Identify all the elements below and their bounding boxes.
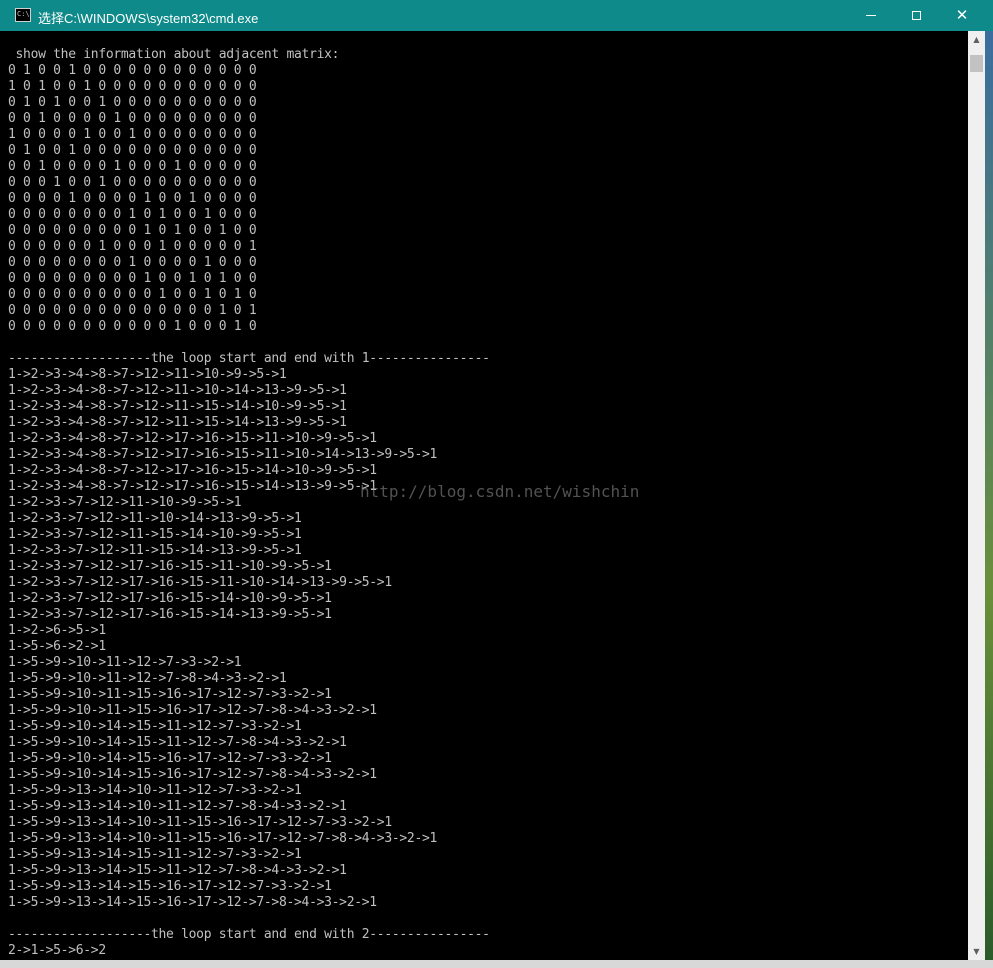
console-line: 0 1 0 1 0 0 1 0 0 0 0 0 0 0 0 0 0 bbox=[8, 95, 257, 110]
console-line: 0 0 0 0 0 0 0 0 1 0 1 0 0 1 0 0 0 bbox=[8, 207, 257, 222]
console-line: 1->2->3->4->8->7->12->11->10->9->5->1 bbox=[8, 367, 287, 382]
console-text: show the information about adjacent matr… bbox=[8, 47, 490, 959]
maximize-button[interactable] bbox=[893, 0, 939, 31]
console-line: 0 0 1 0 0 0 0 1 0 0 0 1 0 0 0 0 0 bbox=[8, 159, 257, 174]
console-line: 1->2->6->5->1 bbox=[8, 623, 106, 638]
console-line: 1->5->9->13->14->15->16->17->12->7->8->4… bbox=[8, 895, 377, 910]
console-line: 1->5->9->10->14->15->16->17->12->7->3->2… bbox=[8, 751, 332, 766]
console-line: 1 0 0 0 0 1 0 0 1 0 0 0 0 0 0 0 0 bbox=[8, 127, 257, 142]
close-button[interactable]: ✕ bbox=[939, 0, 985, 31]
console-line: 0 0 1 0 0 0 0 1 0 0 0 0 0 0 0 0 0 bbox=[8, 111, 257, 126]
close-icon: ✕ bbox=[955, 6, 969, 24]
console-line: 1->2->3->4->8->7->12->17->16->15->11->10… bbox=[8, 431, 377, 446]
console-line: 0 0 0 0 0 0 0 0 0 0 0 0 0 0 1 0 1 bbox=[8, 303, 257, 318]
console-line: 1->2->3->7->12->17->16->15->14->10->9->5… bbox=[8, 591, 332, 606]
minimize-button[interactable] bbox=[848, 0, 894, 31]
console-line: 1->5->9->13->14->10->11->15->16->17->12-… bbox=[8, 831, 438, 846]
console-line: 1->5->9->13->14->10->11->15->16->17->12-… bbox=[8, 815, 392, 830]
console-line: show the information about adjacent matr… bbox=[8, 47, 340, 62]
console-line: 1->2->3->7->12->11->15->14->13->9->5->1 bbox=[8, 543, 302, 558]
maximize-icon bbox=[911, 11, 921, 20]
console-line: 0 0 0 0 0 0 0 0 0 0 0 1 0 0 0 1 0 bbox=[8, 319, 257, 334]
minimize-icon bbox=[866, 15, 876, 16]
console-line: 0 0 0 0 1 0 0 0 0 1 0 0 1 0 0 0 0 bbox=[8, 191, 257, 206]
cmd-app-icon[interactable]: C:\ bbox=[15, 8, 31, 22]
console-line: 1->5->9->13->14->15->16->17->12->7->3->2… bbox=[8, 879, 332, 894]
console-line: 1 0 1 0 0 1 0 0 0 0 0 0 0 0 0 0 0 bbox=[8, 79, 257, 94]
console-line: 0 0 0 0 0 0 0 0 0 1 0 1 0 0 1 0 0 bbox=[8, 223, 257, 238]
console-line: 0 0 0 0 0 0 0 0 0 0 1 0 0 1 0 1 0 bbox=[8, 287, 257, 302]
cmd-window: C:\ 选择C:\WINDOWS\system32\cmd.exe ✕ show… bbox=[0, 0, 993, 968]
console-line: 1->5->6->2->1 bbox=[8, 639, 106, 654]
console-line: 1->2->3->7->12->17->16->15->11->10->14->… bbox=[8, 575, 392, 590]
window-title: 选择C:\WINDOWS\system32\cmd.exe bbox=[38, 11, 259, 26]
scroll-up-arrow-icon[interactable]: ▲ bbox=[968, 31, 985, 48]
console-line: 1->2->3->4->8->7->12->11->10->14->13->9-… bbox=[8, 383, 347, 398]
console-line: 1->5->9->10->11->12->7->3->2->1 bbox=[8, 655, 242, 670]
console-line: 1->5->9->10->11->12->7->8->4->3->2->1 bbox=[8, 671, 287, 686]
console-line: 0 0 0 0 0 0 0 0 1 0 0 0 0 1 0 0 0 bbox=[8, 255, 257, 270]
scroll-down-arrow-icon[interactable]: ▼ bbox=[968, 943, 985, 960]
scroll-thumb[interactable] bbox=[970, 55, 983, 72]
console-line: 1->5->9->13->14->10->11->12->7->8->4->3-… bbox=[8, 799, 347, 814]
console-line: 1->2->3->7->12->11->10->14->13->9->5->1 bbox=[8, 511, 302, 526]
console-line: 2->1->5->6->2 bbox=[8, 943, 106, 958]
console-line: 0 0 0 1 0 0 1 0 0 0 0 0 0 0 0 0 0 bbox=[8, 175, 257, 190]
console-line: 1->5->9->10->11->15->16->17->12->7->3->2… bbox=[8, 687, 332, 702]
console-line: 1->5->9->10->14->15->16->17->12->7->8->4… bbox=[8, 767, 377, 782]
console-output[interactable]: show the information about adjacent matr… bbox=[0, 31, 968, 968]
console-line: -------------------the loop start and en… bbox=[8, 351, 490, 366]
console-line: 1->2->3->4->8->7->12->11->15->14->10->9-… bbox=[8, 399, 347, 414]
console-line: 1->2->3->4->8->7->12->17->16->15->11->10… bbox=[8, 447, 438, 462]
vertical-scrollbar[interactable]: ▲ ▼ bbox=[968, 31, 985, 960]
console-line: 1->2->3->4->8->7->12->11->15->14->13->9-… bbox=[8, 415, 347, 430]
console-line: 1->2->3->4->8->7->12->17->16->15->14->10… bbox=[8, 463, 377, 478]
console-line: 1->5->9->13->14->15->11->12->7->8->4->3-… bbox=[8, 863, 347, 878]
console-line: -------------------the loop start and en… bbox=[8, 927, 490, 942]
watermark: http://blog.csdn.net/wishchin bbox=[360, 482, 640, 501]
console-line: 1->5->9->13->14->15->11->12->7->3->2->1 bbox=[8, 847, 302, 862]
console-line: 0 0 0 0 0 0 0 0 0 1 0 0 1 0 1 0 0 bbox=[8, 271, 257, 286]
console-line: 0 0 0 0 0 0 1 0 0 0 1 0 0 0 0 0 1 bbox=[8, 239, 257, 254]
console-line: 1->5->9->13->14->10->11->12->7->3->2->1 bbox=[8, 783, 302, 798]
desktop-background-edge bbox=[985, 31, 993, 968]
title-bar[interactable]: C:\ 选择C:\WINDOWS\system32\cmd.exe ✕ bbox=[0, 0, 993, 31]
console-line: 1->2->3->7->12->17->16->15->14->13->9->5… bbox=[8, 607, 332, 622]
console-line: 0 1 0 0 1 0 0 0 0 0 0 0 0 0 0 0 0 bbox=[8, 63, 257, 78]
console-line: 1->5->9->10->14->15->11->12->7->3->2->1 bbox=[8, 719, 302, 734]
console-line: 1->5->9->10->14->15->11->12->7->8->4->3-… bbox=[8, 735, 347, 750]
console-line: 1->2->3->7->12->11->15->14->10->9->5->1 bbox=[8, 527, 302, 542]
console-line: 0 1 0 0 1 0 0 0 0 0 0 0 0 0 0 0 0 bbox=[8, 143, 257, 158]
console-line: 1->2->3->7->12->17->16->15->11->10->9->5… bbox=[8, 559, 332, 574]
console-line: 1->5->9->10->11->15->16->17->12->7->8->4… bbox=[8, 703, 377, 718]
background-window-strip bbox=[0, 960, 993, 968]
